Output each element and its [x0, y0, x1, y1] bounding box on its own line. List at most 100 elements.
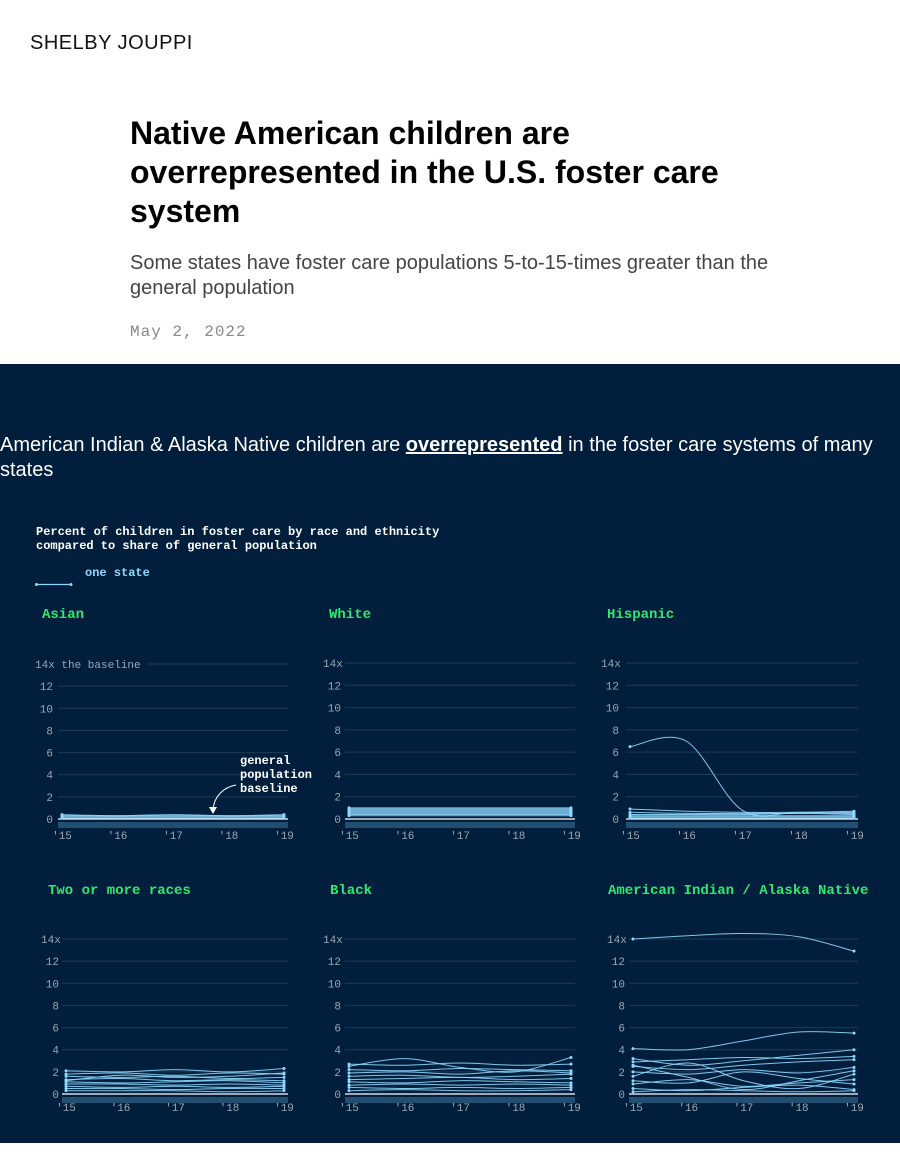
series-end-point [569, 1062, 573, 1066]
series-start-point [631, 1047, 635, 1051]
series-start-point [631, 1082, 635, 1086]
series-start-point [347, 1074, 351, 1078]
series-end-point [852, 1031, 856, 1035]
series-end-point [569, 1088, 573, 1092]
series-end-point [852, 1054, 856, 1058]
series-end-point [852, 1058, 856, 1062]
y-tick-label: 12 [46, 957, 59, 969]
y-tick-label: 14x the baseline [35, 660, 141, 672]
x-tick-label: '17 [734, 1103, 754, 1115]
article-title: Native American children are overreprese… [130, 115, 719, 229]
x-tick-label: '18 [506, 1103, 526, 1115]
y-tick-label: 2 [334, 793, 341, 805]
series-line [65, 1087, 285, 1091]
panel-title: Hispanic [607, 607, 674, 623]
series-end-point [569, 1072, 573, 1076]
series-line [65, 1083, 285, 1086]
y-tick-label: 8 [618, 1001, 625, 1013]
y-tick-label: 0 [52, 1090, 59, 1102]
y-tick-label: 14x [41, 935, 61, 947]
x-tick-label: '18 [788, 831, 808, 843]
x-tick-label: '15 [56, 1103, 76, 1115]
x-tick-label: '19 [274, 1103, 294, 1115]
x-tick-label: '15 [620, 831, 640, 843]
series-start-point [631, 1090, 635, 1094]
series-start-point [631, 937, 635, 941]
series-end-point [282, 1075, 286, 1079]
y-tick-label: 12 [606, 681, 619, 693]
x-tick-label: '15 [52, 831, 72, 843]
y-tick-label: 14x [607, 935, 627, 947]
y-tick-label: 0 [618, 1090, 625, 1102]
series-end-point [569, 1077, 573, 1080]
series-end-point [852, 1089, 856, 1093]
x-tick-label: '15 [339, 1103, 359, 1115]
y-tick-label: 4 [334, 770, 341, 782]
series-start-point [631, 1060, 635, 1064]
series-line [348, 1070, 572, 1075]
x-tick-label: '16 [676, 831, 696, 843]
y-tick-label: 0 [46, 815, 53, 827]
annotation-line: general [240, 754, 290, 768]
y-tick-label: 8 [46, 726, 53, 738]
y-tick-label: 8 [612, 726, 619, 738]
y-tick-label: 2 [52, 1068, 59, 1080]
series-start-point [64, 1074, 68, 1078]
annotation-arrow [212, 784, 237, 811]
y-tick-label: 14x [601, 659, 621, 671]
article-subtitle: Some states have foster care populations… [130, 252, 769, 299]
y-tick-label: 0 [334, 1090, 341, 1102]
panel-black: Black 0 2 4 6 8 10 12 14x '15 '16 '17 '18 '19 [323, 883, 581, 1115]
series-end-point [852, 949, 856, 953]
series-start-point [631, 1070, 635, 1074]
series-line [348, 1062, 572, 1066]
y-tick-label: 0 [612, 815, 619, 827]
y-tick-label: 10 [612, 979, 625, 991]
series-line [65, 1077, 285, 1082]
annotation-line: baseline [240, 782, 298, 796]
x-tick-label: '19 [561, 831, 581, 843]
series-start-point [631, 1074, 635, 1078]
series-start-point [347, 814, 351, 818]
series-end-point [282, 813, 286, 817]
y-tick-label: 4 [612, 770, 619, 782]
series-end-point [282, 1089, 286, 1093]
x-tick-label: '16 [395, 1103, 415, 1115]
x-tick-label: '17 [450, 831, 470, 843]
series-end-point [852, 1072, 856, 1076]
site-name[interactable]: SHELBY JOUPPI [30, 32, 193, 55]
x-tick-label: '15 [339, 831, 359, 843]
series-line [348, 1080, 572, 1084]
series-end-point [852, 816, 856, 820]
x-tick-label: '17 [732, 831, 752, 843]
panel-two-or-more-races: Two or more races 0 2 4 6 8 10 12 14x '15 '16 '17 '1… [41, 883, 294, 1115]
series-line [348, 1089, 572, 1092]
series-start-point [628, 807, 632, 811]
y-tick-label: 12 [612, 957, 625, 969]
y-tick-label: 2 [612, 793, 619, 805]
x-tick-label: '16 [108, 831, 128, 843]
y-tick-label: 8 [334, 726, 341, 738]
y-tick-label: 12 [328, 957, 341, 969]
y-tick-label: 12 [40, 682, 53, 694]
series-end-point [852, 1048, 856, 1052]
small-multiples-charts: Asian 0 2 4 6 8 10 12 14x the baseline '15 '16 '17 '… [35, 607, 868, 1115]
series-line [348, 1067, 572, 1072]
y-tick-label: 6 [52, 1024, 59, 1036]
y-tick-label: 6 [46, 749, 53, 761]
y-tick-label: 2 [46, 793, 53, 805]
series-end-point [282, 816, 286, 820]
y-tick-label: 8 [52, 1001, 59, 1013]
panel-title: American Indian / Alaska Native [608, 883, 868, 899]
series-line [632, 1062, 855, 1090]
y-tick-label: 14x [323, 935, 343, 947]
y-tick-label: 6 [618, 1024, 625, 1036]
series-start-point [64, 1089, 68, 1093]
series-start-point [60, 816, 64, 820]
baseline-band [626, 822, 858, 828]
series-start-point [628, 816, 632, 820]
series-start-point [631, 1063, 635, 1067]
panel-title: White [329, 607, 371, 623]
series-start-point [64, 1069, 68, 1073]
x-tick-label: '19 [561, 1103, 581, 1115]
